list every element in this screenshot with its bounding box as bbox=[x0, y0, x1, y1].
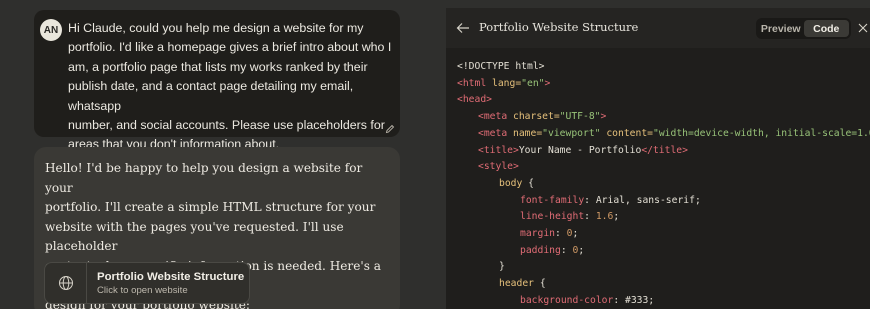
globe-icon-svg bbox=[58, 276, 73, 290]
code-token: body bbox=[499, 177, 529, 189]
code-line: <style> bbox=[478, 158, 519, 176]
code-token: margin bbox=[520, 228, 555, 239]
code-line: font-family: Arial, sans-serif; bbox=[520, 192, 701, 210]
code-token: { bbox=[539, 278, 546, 290]
code-token: : Arial, sans-serif; bbox=[584, 194, 701, 206]
code-token: <head> bbox=[457, 94, 492, 106]
code-token: "width=device-width, initial-scale=1.0" bbox=[653, 127, 870, 139]
back-arrow-icon[interactable] bbox=[456, 22, 470, 34]
user-message-line: portfolio. I'd like a homepage gives a b… bbox=[68, 40, 392, 55]
code-token: <!DOCTYPE html> bbox=[457, 61, 545, 72]
user-message-line: publish date, and a contact page detaili… bbox=[68, 79, 354, 113]
artifact-card[interactable]: Portfolio Website Structure Click to ope… bbox=[44, 262, 250, 304]
code-token: ; bbox=[578, 244, 585, 256]
code-view: <!DOCTYPE html> <html lang="en"> <head> <me… bbox=[446, 58, 870, 309]
code-token: header bbox=[499, 278, 540, 290]
user-message-line: Hi Claude, could you help me design a we… bbox=[68, 21, 364, 35]
code-line: margin: 0; bbox=[520, 225, 578, 243]
code-token: "viewport" bbox=[542, 127, 601, 139]
code-token: <meta bbox=[478, 127, 508, 139]
code-line: } bbox=[499, 258, 505, 276]
code-token: ; bbox=[572, 228, 579, 239]
code-token: </title> bbox=[641, 144, 688, 156]
code-token: : bbox=[560, 244, 573, 256]
user-message-text: Hi Claude, could you help me design a we… bbox=[68, 19, 394, 155]
artifact-subtitle: Click to open website bbox=[97, 284, 188, 296]
code-line: <html lang="en"> bbox=[457, 75, 550, 93]
code-token: name= bbox=[507, 127, 543, 139]
code-line: header { bbox=[499, 275, 546, 293]
code-token: font-family bbox=[520, 194, 585, 206]
code-token: charset= bbox=[507, 111, 560, 123]
assistant-message-line: portfolio. I'll create a simple HTML str… bbox=[45, 200, 376, 214]
code-line: <meta name="viewport" content="width=dev… bbox=[478, 125, 870, 143]
code-token: 1.6 bbox=[595, 211, 614, 223]
globe-icon bbox=[45, 263, 87, 303]
code-token: background-color bbox=[520, 294, 614, 306]
code-token: "en" bbox=[521, 77, 545, 89]
code-line: <meta charset="UTF-8"> bbox=[478, 108, 606, 126]
tab-code[interactable]: Code bbox=[803, 20, 849, 37]
assistant-message: Hello! I'd be happy to help you design a… bbox=[34, 147, 400, 309]
user-message: AN Hi Claude, could you help me design a… bbox=[34, 10, 400, 151]
artifact-panel: Portfolio Website Structure Preview Code… bbox=[446, 8, 870, 309]
code-token: lang= bbox=[486, 77, 522, 89]
edit-pencil-icon[interactable] bbox=[383, 122, 397, 136]
code-line: <!DOCTYPE html> bbox=[457, 58, 545, 76]
close-icon[interactable] bbox=[858, 23, 868, 33]
code-token: line-height bbox=[520, 211, 585, 223]
code-line: body { bbox=[499, 175, 534, 193]
code-line: background-color: #333; bbox=[520, 292, 654, 309]
code-token: : #333; bbox=[613, 294, 655, 306]
view-toggle: Preview Code bbox=[756, 18, 851, 39]
code-token: } bbox=[499, 261, 505, 273]
code-token: Your Name - Portfolio bbox=[518, 144, 642, 156]
code-token: { bbox=[528, 177, 535, 189]
user-message-line: number, and social accounts. Please use … bbox=[68, 118, 385, 133]
panel-header: Portfolio Website Structure Preview Code bbox=[446, 8, 870, 48]
avatar: AN bbox=[40, 19, 62, 41]
artifact-title: Portfolio Website Structure bbox=[97, 270, 245, 283]
code-token: <title> bbox=[478, 144, 519, 156]
code-token: ; bbox=[613, 211, 620, 223]
pencil-icon-svg bbox=[385, 124, 395, 134]
code-token: "UTF-8" bbox=[559, 111, 601, 123]
code-token: > bbox=[544, 77, 551, 89]
chat-thread: AN Hi Claude, could you help me design a… bbox=[0, 0, 420, 309]
assistant-message-line: Hello! I'd be happy to help you design a… bbox=[45, 161, 363, 195]
user-message-line: am, a portfolio page that lists my works… bbox=[68, 59, 368, 74]
code-token: : bbox=[584, 211, 596, 223]
code-line: <head> bbox=[457, 91, 492, 109]
tab-preview[interactable]: Preview bbox=[758, 20, 804, 37]
code-token: padding bbox=[520, 244, 561, 256]
code-line: padding: 0; bbox=[520, 242, 584, 260]
code-token: content= bbox=[600, 127, 653, 139]
code-token: > bbox=[600, 111, 607, 123]
code-line: line-height: 1.6; bbox=[520, 208, 619, 226]
code-token: : bbox=[555, 228, 567, 239]
assistant-message-line: website with the pages you've requested.… bbox=[45, 219, 344, 254]
code-token: <style> bbox=[478, 161, 519, 173]
artifact-info: Portfolio Website Structure Click to ope… bbox=[87, 270, 244, 297]
panel-title: Portfolio Website Structure bbox=[479, 20, 639, 34]
code-token: <html bbox=[457, 77, 487, 89]
code-token: <meta bbox=[478, 111, 508, 123]
code-line: <title>Your Name - Portfolio</title> bbox=[478, 142, 688, 160]
